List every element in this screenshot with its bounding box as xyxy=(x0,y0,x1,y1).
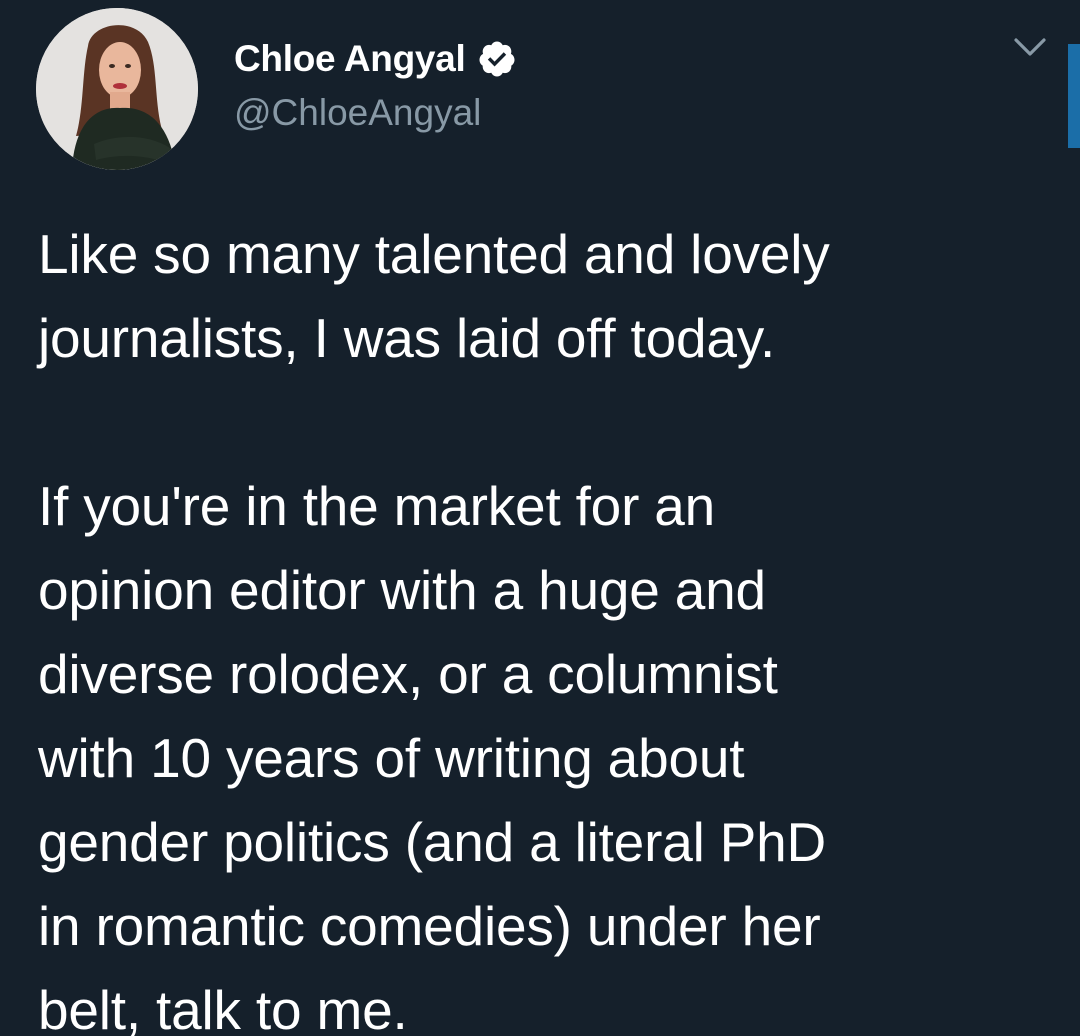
scrollbar-thumb[interactable] xyxy=(1068,44,1080,148)
tweet-text-line: with 10 years of writing about xyxy=(38,727,745,789)
avatar[interactable] xyxy=(36,8,198,170)
profile-photo-icon xyxy=(36,8,198,170)
tweet-text: Like so many talented and lovely journal… xyxy=(38,212,1048,1036)
user-handle[interactable]: @ChloeAngyal xyxy=(234,92,481,134)
tweet-text-line: opinion editor with a huge and xyxy=(38,559,766,621)
chevron-down-icon xyxy=(1014,38,1046,56)
tweet-menu-button[interactable] xyxy=(1010,30,1050,64)
display-name[interactable]: Chloe Angyal xyxy=(234,38,466,80)
tweet-text-line: journalists, I was laid off today. xyxy=(38,307,776,369)
tweet-text-line: If you're in the market for an xyxy=(38,475,716,537)
tweet-text-line: Like so many talented and lovely xyxy=(38,223,830,285)
verified-badge-icon xyxy=(477,39,517,79)
tweet-paragraph: Like so many talented and lovely journal… xyxy=(38,212,1048,380)
display-name-row[interactable]: Chloe Angyal xyxy=(234,34,517,84)
tweet-text-line: diverse rolodex, or a columnist xyxy=(38,643,778,705)
tweet-header: Chloe Angyal @ChloeAngyal xyxy=(0,0,1080,180)
tweet-card: Chloe Angyal @ChloeAngyal Like so many t… xyxy=(0,0,1080,1036)
tweet-paragraph: If you're in the market for an opinion e… xyxy=(38,464,1048,1036)
tweet-text-line: belt, talk to me. xyxy=(38,979,408,1036)
tweet-text-line: in romantic comedies) under her xyxy=(38,895,821,957)
tweet-text-line: gender politics (and a literal PhD xyxy=(38,811,827,873)
